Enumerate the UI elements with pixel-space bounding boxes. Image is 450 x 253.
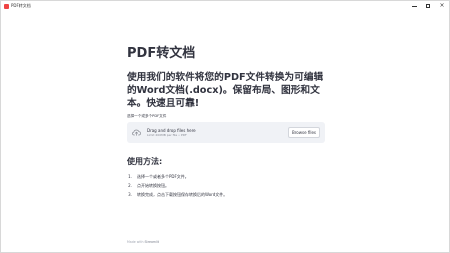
minimize-icon: [411, 5, 417, 7]
description-text: 使用我们的软件将您的PDF文件转换为可编辑的Word文档(.docx)。保留布局…: [127, 72, 324, 109]
drag-drop-text: Drag and drop files here: [147, 127, 196, 133]
footer-prefix: Made with: [127, 240, 145, 244]
main-content: PDF转文档 使用我们的软件将您的PDF文件转换为可编辑的Word文档(.doc…: [127, 45, 325, 199]
browse-files-button[interactable]: Browse files: [287, 127, 320, 138]
file-uploader[interactable]: Drag and drop files here Limit 200MB per…: [127, 122, 325, 143]
drop-zone-text: Drag and drop files here Limit 200MB per…: [147, 127, 196, 137]
step-text: 转换完成，点击下载按钮保存转换后的Word文件。: [137, 192, 228, 197]
step-number: 1.: [128, 174, 132, 179]
uploader-label: 选择一个或多个PDF文件: [127, 114, 167, 118]
usage-steps: 1. 选择一个或者多个PDF文件。 2. 点开始转换按钮。 3. 转换完成，点击…: [127, 172, 325, 199]
close-icon: ×: [439, 2, 445, 9]
usage-step: 2. 点开始转换按钮。: [127, 181, 325, 190]
maximize-button[interactable]: [421, 1, 435, 11]
step-number: 2.: [128, 183, 132, 188]
maximize-icon: [426, 4, 430, 8]
cloud-upload-icon: [132, 129, 141, 136]
footer-brand-link[interactable]: Streamlit: [144, 240, 159, 244]
pdf-app-icon: [4, 3, 9, 9]
usage-step: 1. 选择一个或者多个PDF文件。: [127, 172, 325, 181]
step-text: 选择一个或者多个PDF文件。: [137, 174, 189, 179]
window-title: PDF转文档: [11, 3, 31, 8]
window-controls: ×: [407, 1, 449, 11]
step-text: 点开始转换按钮。: [137, 183, 169, 188]
footer: Made with Streamlit: [127, 240, 159, 245]
usage-title: 使用方法:: [127, 157, 163, 166]
title-bar: PDF转文档 ×: [1, 1, 449, 11]
file-limit-text: Limit 200MB per file • PDF: [147, 132, 187, 137]
app-window: PDF转文档 × PDF转文档 使用我们的软件将您的PDF文件转换为可编辑的Wo…: [0, 0, 450, 253]
page-title: PDF转文档: [127, 46, 196, 61]
step-number: 3.: [128, 192, 132, 197]
title-bar-left: PDF转文档: [4, 1, 31, 11]
minimize-button[interactable]: [407, 1, 421, 11]
usage-step: 3. 转换完成，点击下载按钮保存转换后的Word文件。: [127, 190, 325, 199]
close-button[interactable]: ×: [435, 1, 449, 11]
